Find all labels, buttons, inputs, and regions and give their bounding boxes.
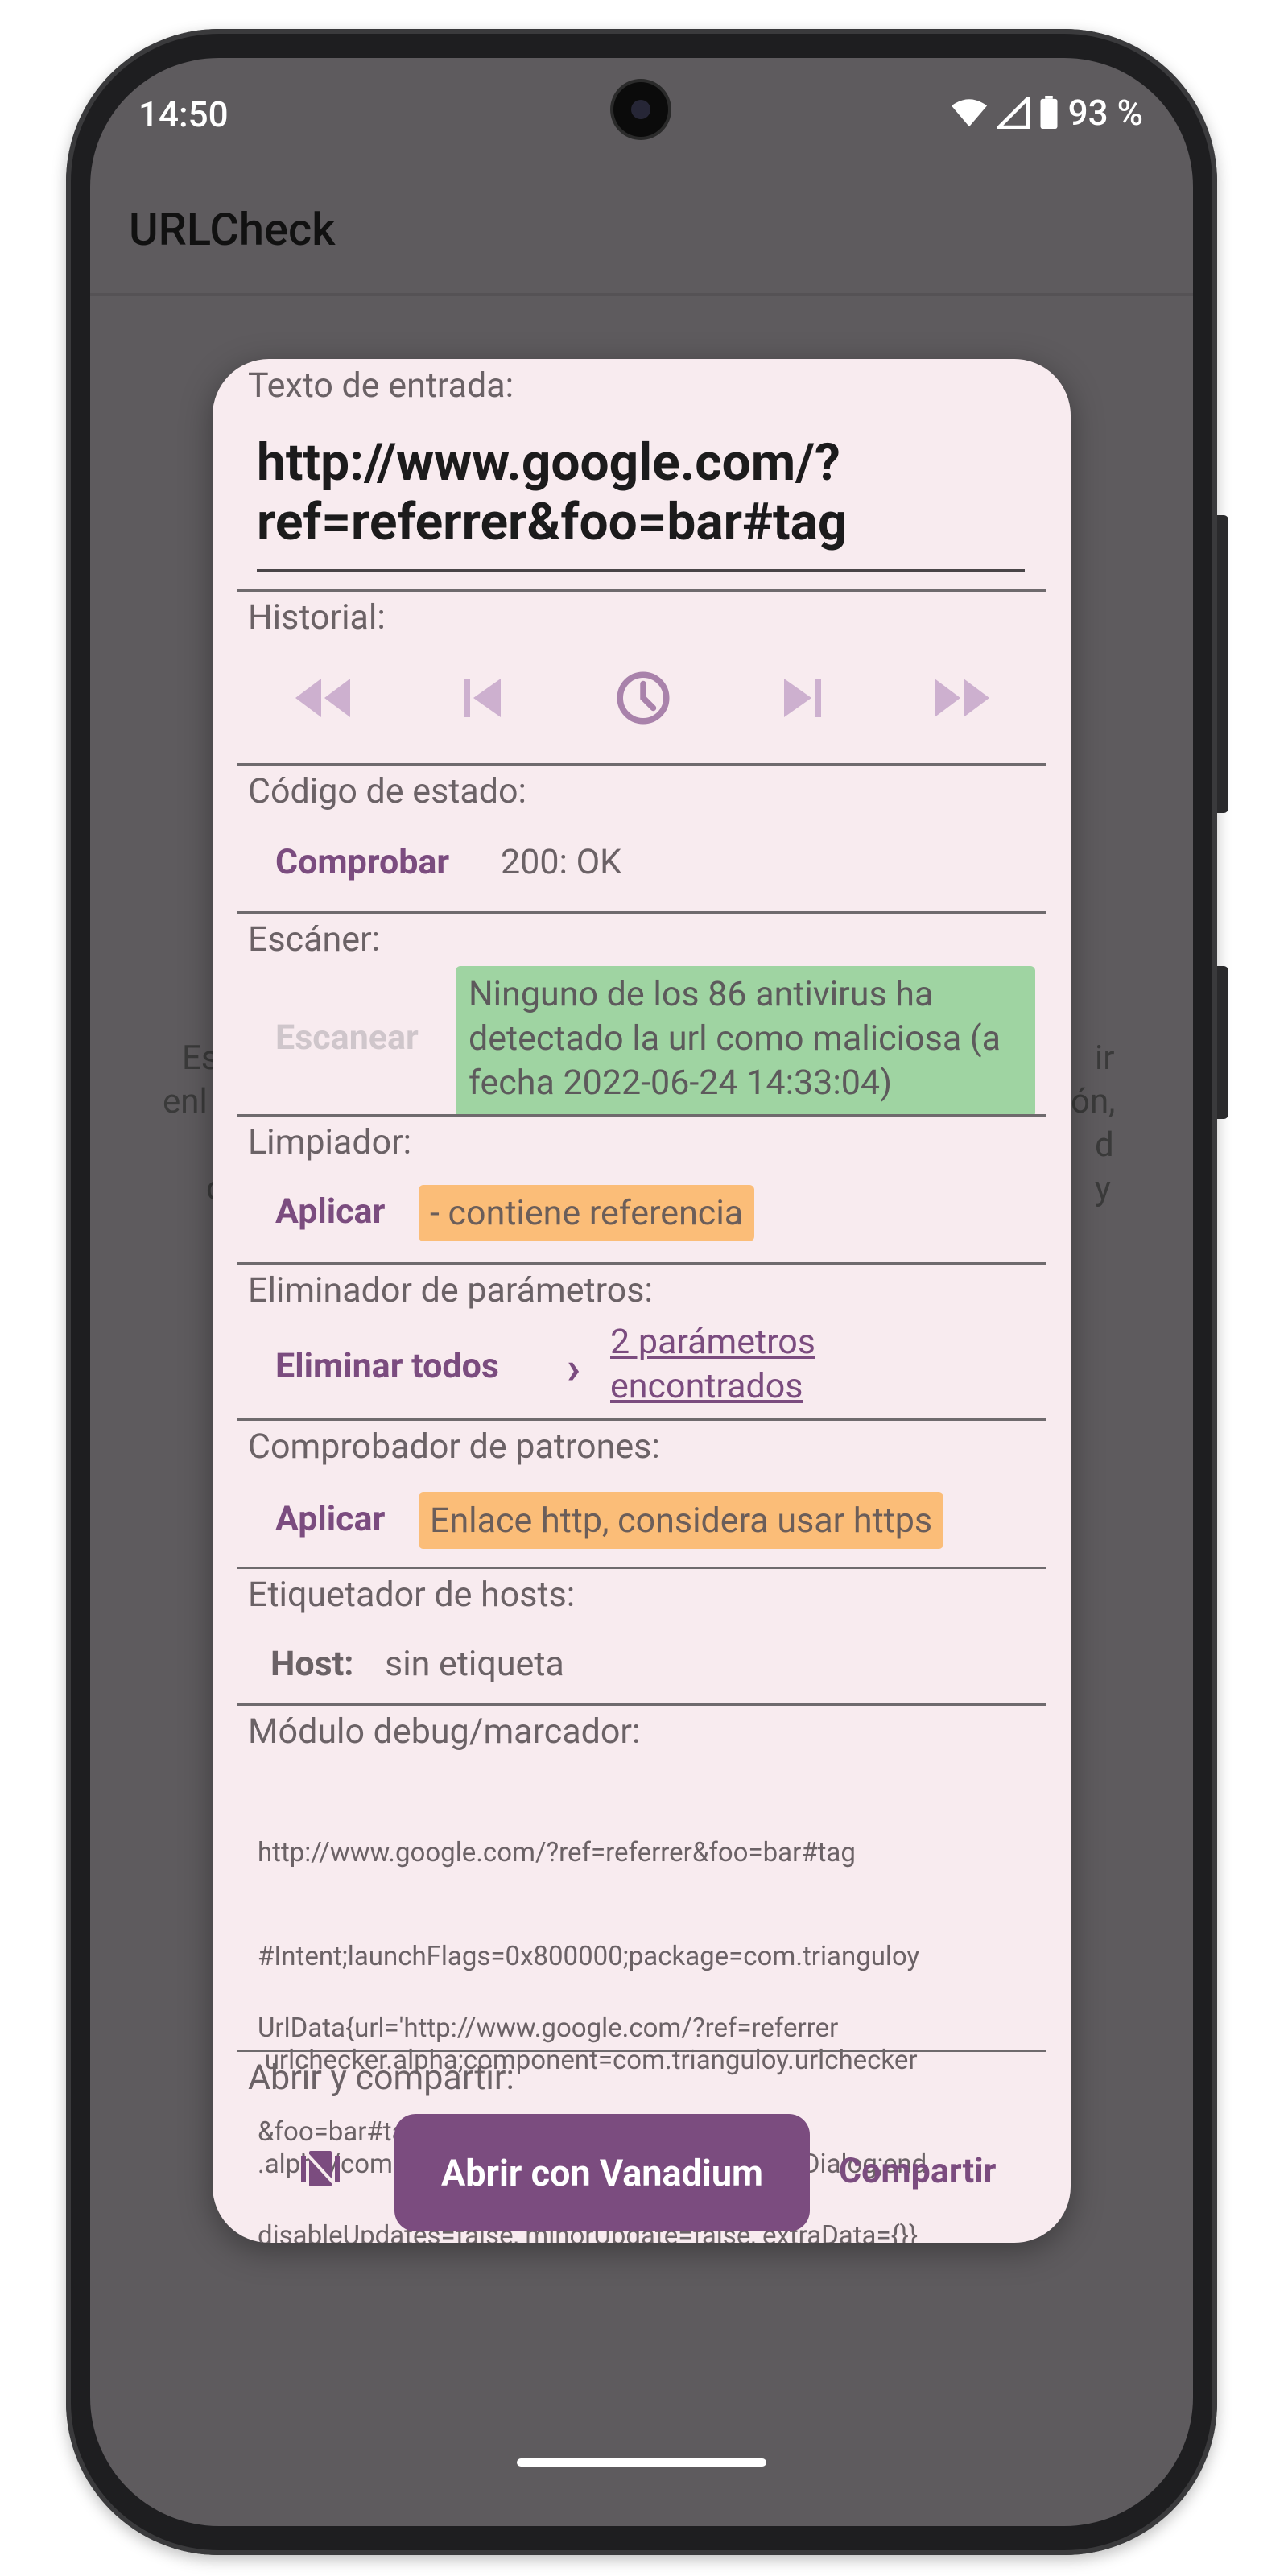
app-title: URLCheck	[129, 203, 336, 256]
section-divider	[237, 1703, 1046, 1706]
section-divider	[237, 1567, 1046, 1569]
status-code-label: Código de estado:	[248, 771, 526, 811]
section-divider	[237, 1418, 1046, 1421]
open-with-button[interactable]: Abrir con Vanadium	[394, 2114, 810, 2231]
input-label: Texto de entrada:	[248, 365, 514, 406]
section-divider	[237, 589, 1046, 592]
pattern-checker-label: Comprobador de patrones:	[248, 1426, 660, 1467]
params-found-link[interactable]: 2 parámetros encontrados	[610, 1320, 852, 1409]
host-value: sin etiqueta	[385, 1644, 564, 1684]
history-first-icon[interactable]	[287, 662, 359, 734]
background-text-right: ir ón, d y	[1071, 1037, 1115, 1211]
url-input[interactable]: http://www.google.com/?ref=referrer&foo=…	[257, 433, 1030, 552]
background-text-line: y	[1095, 1169, 1111, 1208]
section-divider	[237, 2050, 1046, 2052]
history-clock-icon[interactable]	[607, 662, 679, 734]
power-button	[1217, 515, 1228, 813]
status-bar: 14:50 93 %	[90, 58, 1193, 171]
cleaner-result-badge: - contiene referencia	[419, 1185, 755, 1241]
check-status-button[interactable]: Comprobar	[275, 842, 449, 882]
scanner-label: Escáner:	[248, 919, 381, 960]
apply-cleaner-button[interactable]: Aplicar	[275, 1191, 385, 1232]
cellular-signal-icon	[997, 97, 1030, 129]
host-key-label: Host:	[270, 1644, 354, 1684]
battery-icon	[1040, 96, 1058, 130]
cleaner-label: Limpiador:	[248, 1122, 412, 1162]
chevron-right-icon[interactable]: ›	[567, 1341, 580, 1394]
share-button[interactable]: Compartir	[839, 2151, 996, 2191]
background-text-line: ón,	[1071, 1082, 1116, 1121]
section-divider	[237, 1262, 1046, 1265]
debug-intent-line: http://www.google.com/?ref=referrer&foo=…	[258, 1837, 856, 1868]
main-dialog: Texto de entrada: http://www.google.com/…	[213, 359, 1071, 2243]
host-labeler-label: Etiquetador de hosts:	[248, 1575, 576, 1615]
param-remover-label: Eliminador de parámetros:	[248, 1270, 653, 1311]
debug-label: Módulo debug/marcador:	[248, 1711, 641, 1752]
scan-button[interactable]: Escanear	[275, 1018, 419, 1058]
background-text-line: d	[1095, 1125, 1114, 1165]
wifi-icon	[951, 99, 987, 127]
history-label: Historial:	[248, 597, 386, 638]
history-previous-icon[interactable]	[446, 662, 518, 734]
volume-button	[1217, 966, 1228, 1119]
scan-result-badge: Ninguno de los 86 antivirus ha detectado…	[456, 966, 1035, 1117]
battery-percent: 93 %	[1067, 92, 1143, 134]
history-last-icon[interactable]	[926, 662, 998, 734]
section-divider	[237, 763, 1046, 766]
status-icons: 93 %	[951, 92, 1143, 134]
debug-data-line: UrlData{url='http://www.google.com/?ref=…	[258, 2013, 839, 2044]
open-share-label: Abrir y compartir:	[248, 2058, 514, 2098]
url-input-underline	[257, 569, 1025, 572]
home-indicator[interactable]	[517, 2458, 766, 2467]
background-text-line: ir	[1095, 1038, 1115, 1078]
section-divider	[237, 911, 1046, 914]
ctabs-icon[interactable]	[298, 2146, 343, 2194]
status-time: 14:50	[138, 93, 229, 135]
status-code-result: 200: OK	[501, 842, 622, 882]
front-camera	[613, 82, 668, 137]
history-next-icon[interactable]	[766, 662, 839, 734]
pattern-result-badge: Enlace http, considera usar https	[419, 1492, 944, 1549]
app-bar-divider	[90, 293, 1193, 296]
section-divider	[237, 1114, 1046, 1117]
remove-all-params-button[interactable]: Eliminar todos	[275, 1346, 499, 1386]
apply-pattern-button[interactable]: Aplicar	[275, 1499, 385, 1539]
